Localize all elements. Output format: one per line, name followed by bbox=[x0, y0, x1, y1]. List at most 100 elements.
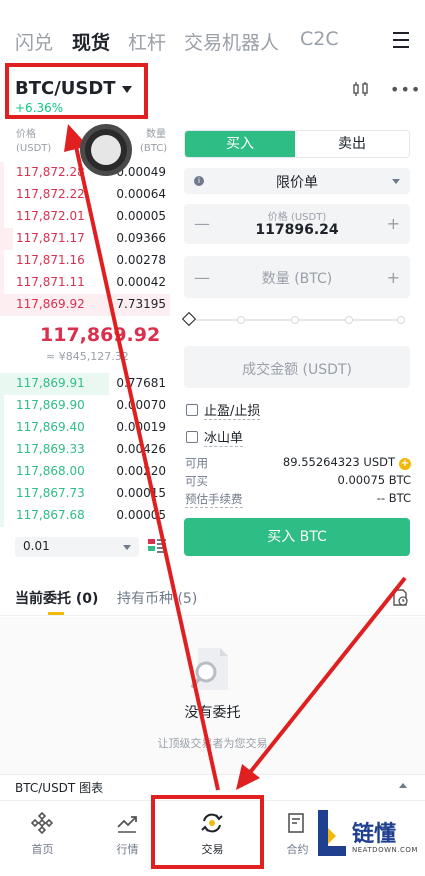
tab-spot[interactable]: 现货 bbox=[72, 28, 110, 55]
iceberg-checkbox[interactable]: 冰山单 bbox=[186, 427, 244, 447]
price-increase-button[interactable]: + bbox=[387, 214, 400, 233]
can-buy-label: 可买 bbox=[185, 474, 208, 488]
quantity-increase-button[interactable]: + bbox=[387, 268, 400, 287]
bid-row[interactable]: 117,869.40 0.00019 bbox=[0, 417, 170, 439]
order-type-select[interactable]: i 限价单 bbox=[184, 168, 410, 194]
total-input[interactable]: 成交金额 (USDT) bbox=[184, 346, 410, 388]
bid-qty: 0.00005 bbox=[116, 508, 166, 522]
available-row: 可用 89.55264323 USDT + bbox=[185, 455, 411, 471]
bid-row[interactable]: 117,869.33 0.00426 bbox=[0, 439, 170, 461]
order-history-icon[interactable] bbox=[391, 589, 409, 607]
depth-bar bbox=[0, 184, 4, 206]
tab-c2c[interactable]: C2C bbox=[300, 28, 339, 50]
available-label: 可用 bbox=[185, 456, 208, 470]
orderbook-layout-icon[interactable] bbox=[147, 537, 167, 557]
bid-price: 117,869.90 bbox=[16, 398, 85, 412]
bid-qty: 0.00019 bbox=[116, 420, 166, 434]
slider-tick[interactable] bbox=[397, 316, 405, 324]
markets-icon bbox=[117, 816, 137, 833]
total-placeholder: 成交金额 (USDT) bbox=[242, 362, 352, 378]
bid-row[interactable]: 117,868.00 0.00220 bbox=[0, 461, 170, 483]
orderbook-price-header: 价格 (USDT) bbox=[16, 129, 52, 154]
ask-price: 117,872.28 bbox=[16, 165, 85, 179]
depth-bar bbox=[0, 162, 4, 184]
nav-markets[interactable]: 行情 bbox=[85, 801, 170, 861]
more-icon[interactable]: ••• bbox=[390, 82, 421, 98]
depth-bar bbox=[0, 417, 4, 439]
ask-qty: 0.00005 bbox=[116, 209, 166, 223]
bid-row[interactable]: 117,869.91 0.77681 bbox=[0, 373, 170, 395]
ask-row[interactable]: 117,871.16 0.00278 bbox=[0, 250, 170, 272]
ask-row[interactable]: 117,872.01 0.00005 bbox=[0, 206, 170, 228]
watermark-text: 链懂 bbox=[352, 822, 397, 847]
can-buy-row: 可买 0.00075 BTC bbox=[185, 473, 411, 489]
tab-open-orders[interactable]: 当前委托 (0) bbox=[15, 588, 98, 608]
ask-row[interactable]: 117,871.17 0.09366 bbox=[0, 228, 170, 250]
quantity-input[interactable]: — 数量 (BTC) + bbox=[184, 256, 410, 298]
ask-qty: 7.73195 bbox=[116, 297, 166, 311]
chart-bar-label: BTC/USDT 图表 bbox=[15, 781, 104, 795]
depth-bar bbox=[0, 272, 4, 294]
tab-trading-bots[interactable]: 交易机器人 bbox=[184, 28, 279, 55]
amount-slider[interactable] bbox=[181, 311, 405, 327]
tab-holdings[interactable]: 持有币种 (5) bbox=[117, 588, 197, 608]
buy-tab[interactable]: 买入 bbox=[185, 131, 295, 157]
ask-row[interactable]: 117,871.11 0.00042 bbox=[0, 272, 170, 294]
caret-down-icon bbox=[121, 85, 132, 93]
bid-price: 117,868.00 bbox=[16, 464, 85, 478]
candlestick-icon[interactable] bbox=[352, 82, 370, 96]
price-label: 价格 (USDT) bbox=[267, 212, 327, 223]
nav-trade[interactable]: 交易 bbox=[170, 801, 255, 861]
tab-margin[interactable]: 杠杆 bbox=[128, 28, 166, 55]
iceberg-label: 冰山单 bbox=[204, 431, 244, 447]
slider-tick[interactable] bbox=[291, 316, 299, 324]
ask-row[interactable]: 117,872.28 0.00049 bbox=[0, 162, 170, 184]
chart-bar[interactable]: BTC/USDT 图表 bbox=[0, 774, 425, 798]
ask-row[interactable]: 117,869.92 7.73195 bbox=[0, 294, 170, 316]
active-tab-indicator bbox=[48, 612, 64, 615]
buy-btc-button[interactable]: 买入 BTC bbox=[184, 518, 410, 556]
add-funds-icon[interactable]: + bbox=[399, 458, 411, 470]
sell-tab[interactable]: 卖出 bbox=[295, 131, 409, 157]
empty-state bbox=[0, 617, 425, 777]
home-icon bbox=[30, 811, 54, 835]
caret-up-icon bbox=[399, 783, 407, 788]
menu-icon[interactable] bbox=[393, 32, 409, 48]
bid-qty: 0.77681 bbox=[116, 376, 166, 390]
empty-subtitle[interactable]: 让顶级交易者为您交易 bbox=[0, 735, 425, 751]
tp-sl-checkbox[interactable]: 止盈/止损 bbox=[186, 400, 261, 420]
order-type-label: 限价单 bbox=[276, 175, 318, 191]
tab-convert[interactable]: 闪兑 bbox=[15, 28, 53, 55]
slider-tick[interactable] bbox=[345, 316, 353, 324]
bid-row[interactable]: 117,867.73 0.00015 bbox=[0, 483, 170, 505]
ask-price: 117,871.17 bbox=[16, 231, 85, 245]
trade-icon bbox=[201, 813, 223, 833]
checkbox-icon[interactable] bbox=[186, 404, 198, 416]
top-tabs: 闪兑 现货 杠杆 交易机器人 C2C bbox=[0, 22, 425, 62]
price-input[interactable]: — 价格 (USDT) 117896.24 + bbox=[184, 204, 410, 244]
nav-home[interactable]: 首页 bbox=[0, 801, 85, 861]
bid-qty: 0.00070 bbox=[116, 398, 166, 412]
slider-tick[interactable] bbox=[237, 316, 245, 324]
bid-row[interactable]: 117,867.68 0.00005 bbox=[0, 505, 170, 527]
slider-handle[interactable] bbox=[181, 311, 197, 327]
checkbox-icon[interactable] bbox=[186, 431, 198, 443]
bid-price: 117,869.33 bbox=[16, 442, 85, 456]
price-value[interactable]: 117896.24 bbox=[184, 222, 410, 238]
bid-price: 117,869.91 bbox=[16, 376, 85, 390]
price-change: +6.36% bbox=[15, 101, 64, 115]
ask-row[interactable]: 117,872.22 0.00064 bbox=[0, 184, 170, 206]
watermark-subtext: NEATDOWN.COM bbox=[352, 846, 418, 854]
pair-selector[interactable]: BTC/USDT bbox=[15, 78, 132, 99]
ask-price: 117,871.11 bbox=[16, 275, 85, 289]
pair-symbol: BTC/USDT bbox=[15, 78, 116, 99]
ask-qty: 0.00064 bbox=[116, 187, 166, 201]
ask-price: 117,869.92 bbox=[16, 297, 85, 311]
ask-price: 117,871.16 bbox=[16, 253, 85, 267]
bid-row[interactable]: 117,869.90 0.00070 bbox=[0, 395, 170, 417]
depth-select[interactable]: 0.01 bbox=[15, 537, 139, 557]
caret-down-icon bbox=[392, 179, 400, 184]
nav-home-label: 首页 bbox=[31, 843, 54, 856]
ask-qty: 0.00042 bbox=[116, 275, 166, 289]
depth-bar bbox=[0, 228, 14, 250]
